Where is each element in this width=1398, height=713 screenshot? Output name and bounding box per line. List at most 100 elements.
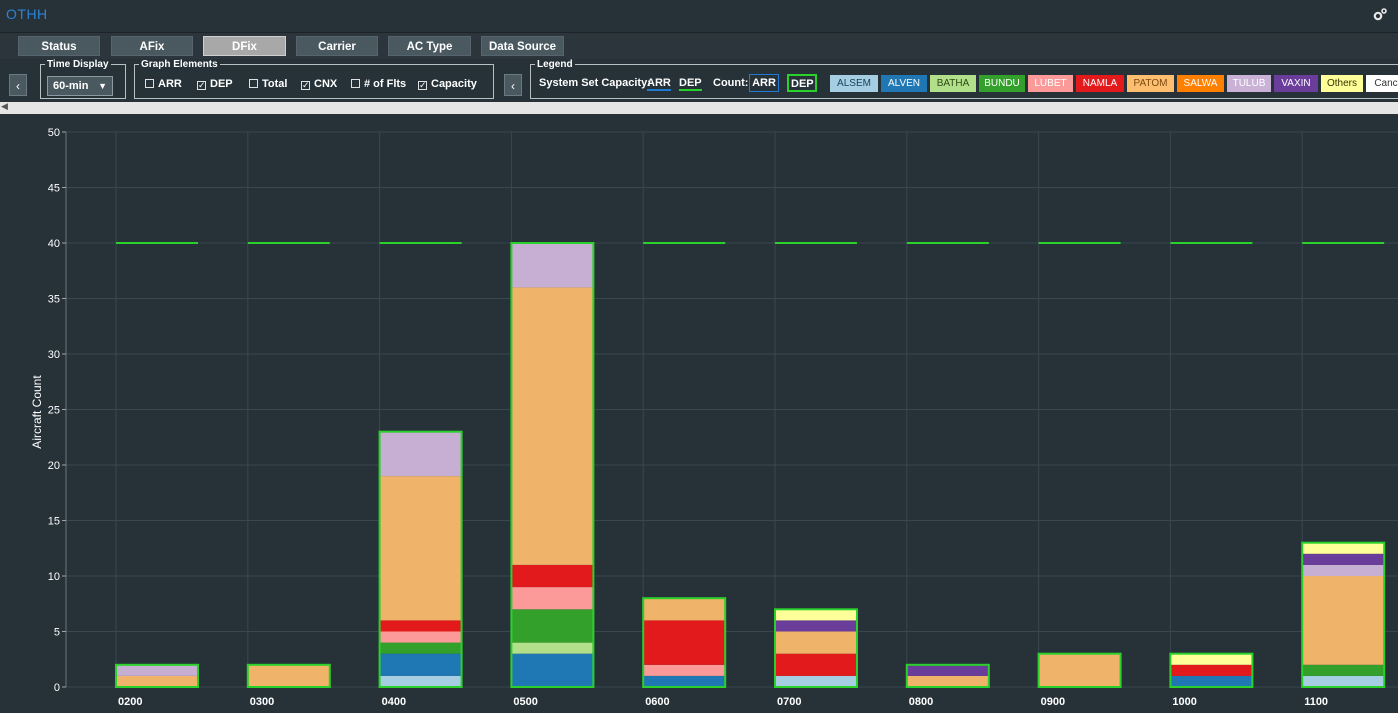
bar-segment-patom[interactable]: [1302, 576, 1385, 665]
gear-icon-graphic: [1373, 8, 1387, 21]
bar-segment-tulub[interactable]: [511, 243, 594, 288]
checkbox-num-flts[interactable]: # of Flts: [351, 78, 406, 90]
tab-ac-type[interactable]: AC Type: [388, 36, 471, 56]
tab-afix[interactable]: AFix: [111, 36, 193, 56]
bar-segment-vaxin[interactable]: [775, 620, 857, 632]
bar-segment-others[interactable]: [1170, 653, 1253, 665]
legend-chip-batha[interactable]: BATHA: [930, 75, 976, 92]
bar-segment-others[interactable]: [775, 609, 857, 621]
scroll-left-arrow-icon[interactable]: ◀: [1, 101, 8, 112]
tab-data-source[interactable]: Data Source: [481, 36, 564, 56]
bar-segment-others[interactable]: [1302, 542, 1385, 554]
bar-segment-alven[interactable]: [379, 653, 462, 676]
checkbox-total[interactable]: Total: [249, 78, 287, 90]
bar-segment-patom[interactable]: [116, 675, 198, 687]
legend-chip-bundu[interactable]: BUNDU: [979, 75, 1025, 92]
bar-segment-alven[interactable]: [643, 675, 726, 687]
time-display-legend: Time Display: [47, 59, 109, 70]
bar-segment-alven[interactable]: [1170, 675, 1253, 687]
bar-segment-lubet[interactable]: [643, 664, 726, 676]
checkbox-label: DEP: [210, 78, 233, 90]
y-tick-label: 10: [48, 571, 60, 583]
bar-segment-namla[interactable]: [643, 620, 726, 665]
legend-scroll-left-button[interactable]: ‹: [504, 74, 522, 96]
chart-area: 0 5 10 15 20 25 30 35 40 45 50 0200 0300 0400 0500 060…: [0, 116, 1398, 708]
checkbox-checked-box: ✓: [301, 80, 310, 90]
y-tick-label: 45: [48, 183, 60, 195]
bar-segment-namla[interactable]: [379, 620, 462, 632]
bar-segment-lubet[interactable]: [379, 631, 462, 643]
bar-segment-alsem[interactable]: [775, 675, 857, 687]
legend-chip-namla[interactable]: NAMLA: [1076, 75, 1124, 92]
checkbox-dep[interactable]: ✓ DEP: [197, 78, 233, 90]
time-display-select[interactable]: 60-min ▼: [47, 76, 113, 96]
scroll-left-button[interactable]: ‹: [9, 74, 27, 96]
legend-chip-alsem[interactable]: ALSEM: [830, 75, 878, 92]
legend-chip-alven[interactable]: ALVEN: [881, 75, 927, 92]
x-tick-label: 0700: [777, 696, 801, 708]
bar-segment-patom[interactable]: [379, 476, 462, 621]
bar-segment-vaxin[interactable]: [906, 664, 989, 676]
x-tick-label: 0600: [645, 696, 669, 708]
y-ticks-layer: 0 5 10 15 20 25 30 35 40 45 50: [48, 127, 66, 694]
x-tick-label: 0900: [1041, 696, 1065, 708]
y-tick-label: 40: [48, 238, 60, 250]
checkbox-box: [145, 79, 154, 88]
bar-segment-vaxin[interactable]: [1302, 553, 1385, 565]
y-tick-label: 15: [48, 516, 60, 528]
legend-chip-patom[interactable]: PATOM: [1127, 75, 1174, 92]
gear-icon[interactable]: [1372, 7, 1388, 23]
bar-segment-patom[interactable]: [775, 631, 857, 654]
bar-segment-namla[interactable]: [775, 653, 857, 676]
bar-segment-bundu[interactable]: [1302, 664, 1385, 676]
checkbox-arr[interactable]: ARR: [145, 78, 182, 90]
bar-segment-alsem[interactable]: [379, 675, 462, 687]
bar-segment-patom[interactable]: [1038, 653, 1121, 687]
tab-bar: Status AFix DFix Carrier AC Type Data So…: [0, 33, 1398, 59]
time-display-value: 60-min: [53, 80, 89, 92]
checkbox-label: Total: [262, 78, 288, 90]
system-capacity-label: System Set Capacity:: [539, 77, 651, 89]
bar-segment-alsem[interactable]: [1302, 675, 1385, 687]
x-tick-label: 0500: [513, 696, 537, 708]
y-tick-label: 0: [54, 682, 60, 694]
checkbox-checked-box: ✓: [197, 80, 206, 90]
bar-segment-batha[interactable]: [511, 642, 594, 654]
bar-segment-tulub[interactable]: [1302, 564, 1385, 576]
bar-segment-patom[interactable]: [247, 664, 330, 687]
tab-carrier[interactable]: Carrier: [296, 36, 378, 56]
bar-segment-namla[interactable]: [511, 564, 594, 588]
title-bar: OTHH: [0, 0, 1398, 33]
bar-segment-namla[interactable]: [1170, 664, 1253, 676]
checkbox-box: [249, 79, 258, 88]
checkbox-cnx[interactable]: ✓ CNX: [301, 78, 337, 90]
horizontal-scrollbar[interactable]: ◀: [0, 101, 1398, 114]
legend-chip-canc[interactable]: Canc: [1366, 75, 1398, 92]
tab-status[interactable]: Status: [18, 36, 100, 56]
bar-segment-tulub[interactable]: [379, 431, 462, 477]
legend-chip-salwa[interactable]: SALWA: [1177, 75, 1224, 92]
legend-chip-others[interactable]: Others: [1321, 75, 1363, 92]
airport-title: OTHH: [6, 6, 48, 22]
legend-chip-tulub[interactable]: TULUB: [1227, 75, 1271, 92]
x-tick-label: 0300: [250, 696, 274, 708]
bar-segment-bundu[interactable]: [379, 642, 462, 654]
chevron-left-icon: ‹: [511, 79, 515, 93]
legend-chip-lubet[interactable]: LUBET: [1028, 75, 1073, 92]
bar-segment-bundu[interactable]: [511, 609, 594, 643]
checkbox-label: CNX: [314, 78, 338, 90]
y-tick-label: 25: [48, 405, 60, 417]
legend-chip-vaxin[interactable]: VAXIN: [1274, 75, 1318, 92]
bar-segment-patom[interactable]: [511, 287, 594, 565]
bar-segment-patom[interactable]: [906, 675, 989, 687]
checkbox-box: [351, 79, 360, 88]
capacity-dep-key: DEP: [679, 77, 702, 91]
tab-dfix[interactable]: DFix: [203, 36, 286, 56]
grid-layer: [65, 131, 1398, 688]
bar-segment-lubet[interactable]: [511, 587, 594, 610]
x-ticks-layer: 0200 0300 0400 0500 0600 0700 0800 0900 1000 1100: [118, 696, 1328, 708]
bar-segment-patom[interactable]: [643, 598, 726, 621]
bar-segment-tulub[interactable]: [116, 664, 198, 676]
checkbox-capacity[interactable]: ✓ Capacity: [418, 78, 477, 90]
bar-segment-alven[interactable]: [511, 653, 594, 687]
